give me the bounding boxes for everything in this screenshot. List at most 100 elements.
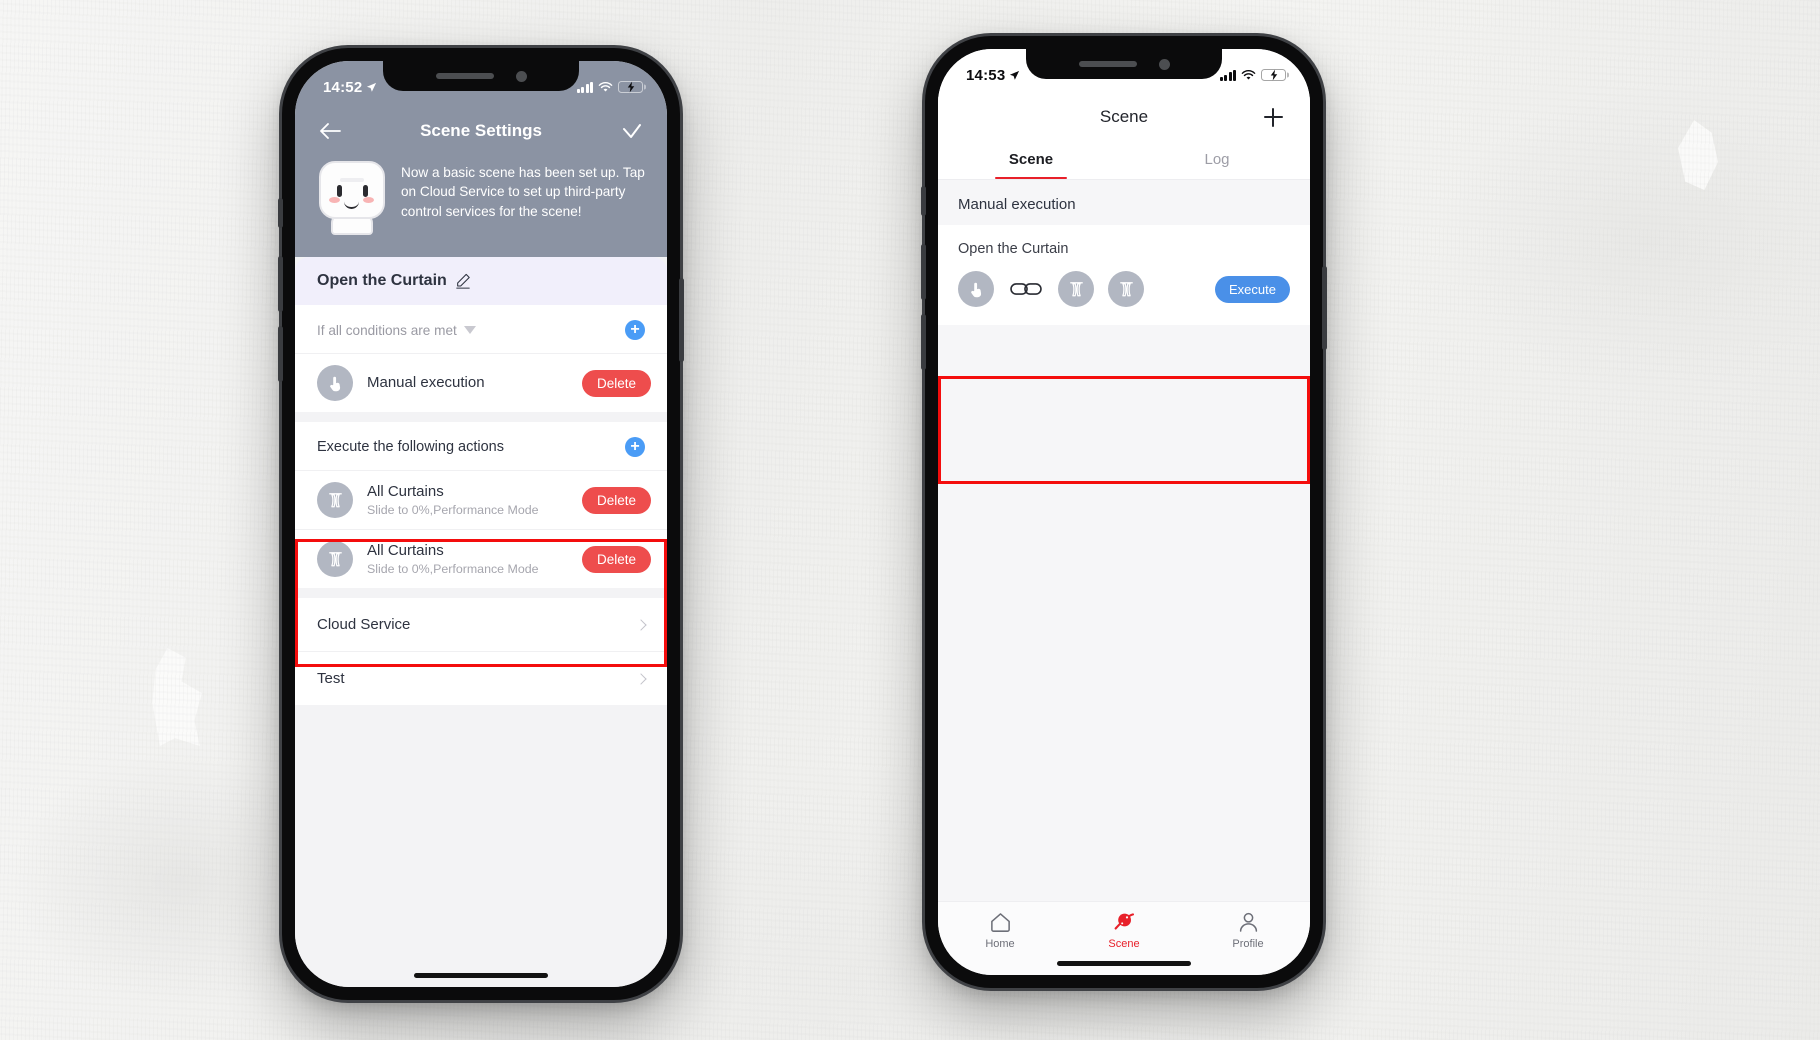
tab-log[interactable]: Log: [1124, 139, 1310, 179]
condition-body: Manual execution: [367, 374, 568, 392]
front-camera: [515, 70, 527, 82]
home-indicator[interactable]: [1057, 961, 1191, 966]
tabbar-item-home[interactable]: Home: [938, 911, 1062, 950]
curtain-icon: [317, 541, 353, 577]
condition-title: Manual execution: [367, 374, 485, 391]
tabbar-item-scene[interactable]: Scene: [1062, 911, 1186, 950]
section-gap: [295, 588, 667, 598]
volume-up-button[interactable]: [278, 256, 283, 312]
chevron-right-icon: [635, 618, 647, 631]
curtain-icon: [317, 482, 353, 518]
notch: [1026, 49, 1222, 79]
delete-action-button[interactable]: Delete: [581, 545, 651, 573]
delete-action-button[interactable]: Delete: [581, 486, 651, 514]
power-button[interactable]: [679, 278, 684, 362]
hand-tap-icon: [958, 271, 994, 307]
scene-card-title: Open the Curtain: [958, 241, 1069, 257]
phone-left-screen: 14:52 Scene Settings Now a basic scene h…: [295, 61, 667, 987]
tab-scene[interactable]: Scene: [938, 139, 1124, 179]
actions-header: Execute the following actions +: [295, 422, 667, 470]
volume-down-button[interactable]: [278, 326, 283, 382]
silent-switch[interactable]: [278, 198, 283, 228]
conditions-header: If all conditions are met +: [295, 305, 667, 353]
link-chain-icon: [1008, 271, 1044, 307]
action-subtitle: Slide to 0%,Performance Mode: [367, 503, 539, 517]
curtain-icon: [1058, 271, 1094, 307]
location-arrow-icon: [1010, 70, 1020, 80]
wall-backdrop: [0, 0, 1820, 1040]
home-indicator[interactable]: [414, 973, 548, 978]
cloud-service-label: Cloud Service: [317, 616, 411, 633]
status-right: [1219, 68, 1289, 82]
actions-label: Execute the following actions: [317, 439, 504, 455]
pencil-edit-icon[interactable]: [455, 273, 471, 289]
hand-tap-icon: [317, 365, 353, 401]
wifi-icon: [598, 81, 613, 92]
add-condition-button[interactable]: +: [625, 320, 645, 340]
left-empty-space: [295, 705, 667, 987]
action-row[interactable]: All Curtains Slide to 0%,Performance Mod…: [295, 529, 667, 588]
links-card: Cloud Service Test: [295, 598, 667, 705]
tabbar-item-profile[interactable]: Profile: [1186, 911, 1310, 950]
home-icon: [990, 913, 1010, 932]
delete-condition-button[interactable]: Delete: [581, 369, 651, 397]
execute-button[interactable]: Execute: [1215, 275, 1290, 303]
volume-down-button[interactable]: [921, 314, 926, 370]
action-title: All Curtains: [367, 483, 444, 500]
scene-name-label: Open the Curtain: [317, 272, 447, 289]
add-action-button[interactable]: +: [625, 437, 645, 457]
notch: [383, 61, 579, 91]
wifi-icon: [1241, 69, 1256, 80]
volume-up-button[interactable]: [921, 244, 926, 300]
phone-left-device: 14:52 Scene Settings Now a basic scene h…: [278, 48, 684, 1000]
actions-card: Execute the following actions + All Curt…: [295, 422, 667, 588]
action-row[interactable]: All Curtains Slide to 0%,Performance Mod…: [295, 470, 667, 529]
robot-mascot-icon: [317, 161, 387, 235]
page-title: Scene Settings: [420, 121, 542, 140]
conditions-label-wrap[interactable]: If all conditions are met: [317, 323, 476, 338]
right-navbar: Scene: [938, 95, 1310, 139]
test-label: Test: [317, 670, 345, 687]
cellular-signal-icon: [576, 81, 593, 93]
power-button[interactable]: [1322, 266, 1327, 350]
conditions-label: If all conditions are met: [317, 322, 457, 338]
tabbar-label-home: Home: [985, 938, 1015, 950]
scene-card-icon-row: Execute: [958, 271, 1290, 307]
status-time: 14:53: [966, 66, 1006, 84]
intro-text: Now a basic scene has been set up. Tap o…: [401, 165, 645, 219]
caret-down-icon[interactable]: [463, 326, 476, 334]
status-right: [576, 80, 646, 94]
condition-row[interactable]: Manual execution Delete: [295, 353, 667, 412]
silent-switch[interactable]: [921, 186, 926, 216]
checkmark-icon[interactable]: [619, 118, 645, 144]
scene-name-bar[interactable]: Open the Curtain: [295, 257, 667, 305]
action-subtitle: Slide to 0%,Performance Mode: [367, 562, 539, 576]
action-title: All Curtains: [367, 542, 444, 559]
status-left: 14:52: [323, 79, 377, 96]
person-profile-icon: [1239, 912, 1257, 932]
earpiece-speaker: [435, 73, 494, 79]
left-navbar: Scene Settings: [295, 107, 667, 155]
page-title: Scene: [1099, 107, 1149, 126]
tabbar-label-profile: Profile: [1232, 938, 1264, 950]
back-arrow-icon[interactable]: [317, 118, 343, 144]
plus-icon[interactable]: [1260, 104, 1286, 130]
test-row[interactable]: Test: [295, 651, 667, 705]
wall-texture-mark-right: [1678, 120, 1718, 190]
battery-charging-icon: [1261, 68, 1289, 82]
phone-right-screen: 14:53 Scene Scene Log Manual execution O…: [938, 49, 1310, 975]
action-body: All Curtains Slide to 0%,Performance Mod…: [367, 542, 568, 576]
wall-texture-mark-left: [152, 648, 202, 746]
conditions-card: If all conditions are met + Manual execu…: [295, 305, 667, 412]
scene-card[interactable]: Open the Curtain Execute: [938, 225, 1310, 325]
tabbar-label-scene: Scene: [1108, 938, 1140, 950]
action-body: All Curtains Slide to 0%,Performance Mod…: [367, 483, 568, 517]
scene-card-highlight-annotation: [938, 376, 1310, 484]
chevron-right-icon: [635, 672, 647, 685]
right-content: Manual execution Open the Curtain Execut…: [938, 180, 1310, 901]
planet-scene-icon: [1114, 913, 1135, 930]
cloud-service-row[interactable]: Cloud Service: [295, 598, 667, 651]
manual-execution-label: Manual execution: [938, 180, 1310, 225]
front-camera: [1158, 58, 1170, 70]
status-left: 14:53: [966, 67, 1020, 84]
